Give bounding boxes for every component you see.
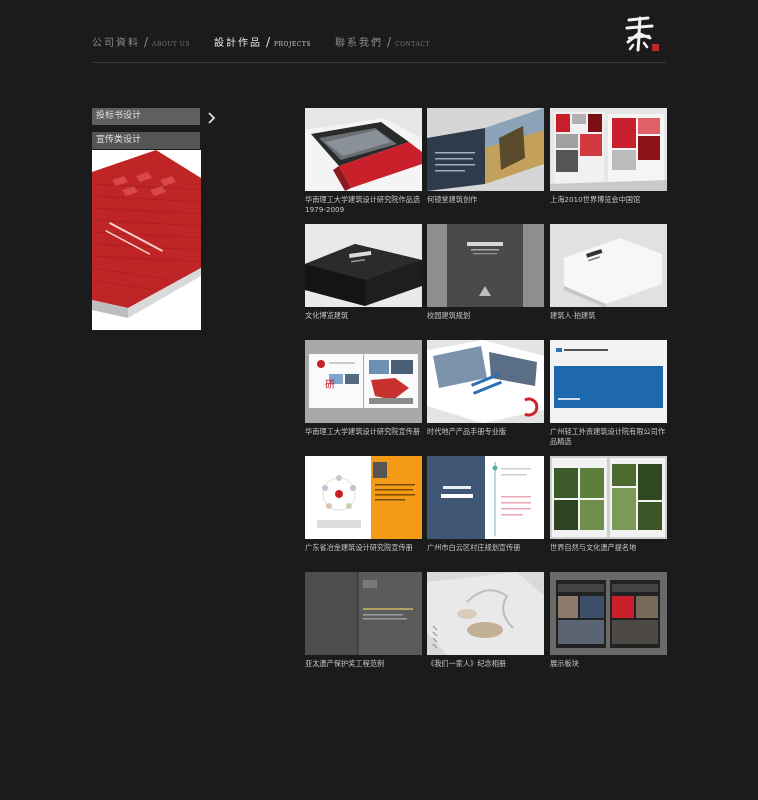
nav-projects-cn: 設計作品	[213, 37, 262, 49]
project-tile[interactable]: 校园建筑规划	[427, 224, 544, 321]
project-tile[interactable]: 建筑人·拍建筑	[550, 224, 667, 321]
category-preview-image	[92, 150, 201, 330]
project-thumbnail[interactable]	[550, 108, 667, 191]
project-thumbnail[interactable]	[427, 456, 544, 539]
nav-projects[interactable]: 設計作品 / PROJECTS	[214, 34, 311, 49]
project-caption: 华南理工大学建筑设计研究院宣传册	[305, 427, 421, 436]
brand-logo[interactable]	[622, 14, 662, 54]
nav-about-us[interactable]: 公司資料 / ABOUT US	[92, 34, 190, 49]
project-tile[interactable]: 研 华南理工大学建筑设计研究院宣传册	[305, 340, 422, 437]
project-thumbnail[interactable]	[305, 572, 422, 655]
project-tile[interactable]: 《我们一家人》纪念相册	[427, 572, 544, 669]
nav-separator: /	[144, 34, 149, 49]
project-thumbnail[interactable]	[550, 456, 667, 539]
project-tile[interactable]: 何镜堂建筑创作	[427, 108, 544, 205]
nav-contact[interactable]: 聯系我們 / CONTACT	[335, 34, 430, 49]
project-thumbnail[interactable]	[305, 456, 422, 539]
sidebar-item-bid-design[interactable]: 投标书设计	[92, 108, 200, 125]
project-thumbnail[interactable]	[427, 108, 544, 191]
nav-contact-cn: 聯系我們	[334, 37, 383, 49]
nav-about-us-en: ABOUT US	[152, 40, 190, 48]
nav-projects-en: PROJECTS	[274, 40, 311, 48]
project-caption: 广州轻工外资建筑设计院有限公司作品精选	[550, 427, 666, 446]
nav-contact-en: CONTACT	[395, 40, 430, 48]
nav-about-us-cn: 公司資料	[92, 37, 140, 49]
project-caption: 世界自然与文化遗产提名地	[550, 543, 637, 552]
project-tile[interactable]: 文化博览建筑	[305, 224, 422, 321]
sidebar-item-promo-design[interactable]: 宣传类设计	[92, 132, 200, 149]
project-tile[interactable]: 广州轻工外资建筑设计院有限公司作品精选	[550, 340, 667, 447]
project-tile[interactable]: 华南理工大学建筑设计研究院作品选 1979-2009	[305, 108, 422, 215]
main-nav: 公司資料 / ABOUT US 設計作品 / PROJECTS 聯系我們 / C…	[92, 30, 454, 52]
brand-logo-mark	[625, 16, 659, 52]
project-caption: 文化博览建筑	[305, 311, 349, 320]
project-tile[interactable]: 亚太遗产保护奖工程范例	[305, 572, 422, 669]
project-thumbnail[interactable]	[550, 572, 667, 655]
project-caption: 上海2010世界博览会中国馆	[550, 195, 641, 204]
svg-text:研: 研	[325, 379, 335, 391]
project-caption: 亚太遗产保护奖工程范例	[305, 659, 385, 668]
project-thumbnail[interactable]	[305, 224, 422, 307]
project-thumbnail[interactable]	[427, 572, 544, 655]
nav-separator: /	[386, 34, 392, 49]
project-caption: 何镜堂建筑创作	[427, 195, 478, 204]
project-thumbnail[interactable]	[305, 108, 422, 191]
project-caption: 校园建筑规划	[427, 311, 471, 320]
nav-separator: /	[265, 34, 270, 49]
project-caption: 华南理工大学建筑设计研究院作品选 1979-2009	[305, 195, 421, 214]
project-thumbnail[interactable]	[550, 224, 667, 307]
project-tile[interactable]: 广州市白云区村庄规划宣传册	[427, 456, 544, 553]
project-caption: 《我们一家人》纪念相册	[427, 659, 507, 668]
chevron-right-icon[interactable]	[206, 110, 218, 124]
header-divider	[92, 62, 666, 63]
project-caption: 时代地产产品手册专业版	[427, 427, 507, 436]
project-caption: 展示板块	[550, 659, 579, 668]
project-thumbnail[interactable]	[427, 224, 544, 307]
project-tile[interactable]: 时代地产产品手册专业版	[427, 340, 544, 437]
project-thumbnail[interactable]	[550, 340, 667, 423]
project-tile[interactable]: 上海2010世界博览会中国馆	[550, 108, 667, 205]
project-tile[interactable]: 世界自然与文化遗产提名地	[550, 456, 667, 553]
project-tile[interactable]: 展示板块	[550, 572, 667, 669]
project-caption: 建筑人·拍建筑	[550, 311, 596, 320]
project-caption: 广州市白云区村庄规划宣传册	[427, 543, 521, 552]
project-tile[interactable]: 广东省冶金建筑设计研究院宣传册	[305, 456, 422, 553]
project-thumbnail[interactable]	[427, 340, 544, 423]
project-caption: 广东省冶金建筑设计研究院宣传册	[305, 543, 413, 552]
project-thumbnail[interactable]: 研	[305, 340, 422, 423]
